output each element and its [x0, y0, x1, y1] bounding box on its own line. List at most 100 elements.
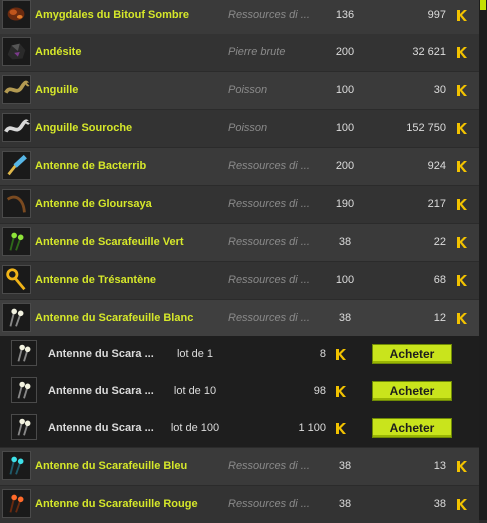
antenna-red-icon — [2, 489, 31, 518]
antenna-gold-icon — [2, 265, 31, 294]
item-level: 200 — [335, 160, 355, 172]
item-price: 22 — [433, 236, 446, 248]
item-price: 997 — [427, 9, 446, 21]
kama-icon — [336, 386, 346, 397]
lot-row: Antenne du Scara ... lot de 1 8 Acheter — [0, 336, 479, 373]
lot-size: lot de 100 — [170, 422, 220, 434]
antenna-brown-icon — [2, 189, 31, 218]
lot-item-name: Antenne du Scara ... — [48, 385, 154, 397]
list-item[interactable]: Anguille Poisson 100 30 — [0, 72, 479, 109]
antenna-green-icon — [2, 227, 31, 256]
stone-icon — [2, 37, 31, 66]
buy-button[interactable]: Acheter — [372, 344, 452, 364]
kama-icon — [336, 349, 346, 360]
antenna-white-icon — [2, 303, 31, 332]
item-name: Amygdales du Bitouf Sombre — [35, 9, 190, 21]
lot-size: lot de 1 — [176, 348, 214, 360]
lot-price: 1 100 — [298, 422, 326, 434]
list-item[interactable]: Amygdales du Bitouf Sombre Ressources di… — [0, 0, 479, 34]
lot-size: lot de 10 — [173, 385, 217, 397]
buy-button[interactable]: Acheter — [372, 418, 452, 438]
item-name: Antenne du Scarafeuille Rouge — [35, 498, 198, 510]
item-price: 12 — [433, 312, 446, 324]
antenna-white-icon — [11, 414, 37, 440]
item-name: Antenne de Bacterrib — [35, 160, 147, 172]
kama-icon — [457, 313, 467, 324]
lot-row: Antenne du Scara ... lot de 100 1 100 Ac… — [0, 410, 479, 447]
item-level: 100 — [335, 84, 355, 96]
list-item[interactable]: Antenne de Bacterrib Ressources di ... 2… — [0, 148, 479, 185]
buy-button[interactable]: Acheter — [372, 381, 452, 401]
item-level: 190 — [335, 198, 355, 210]
antenna-blue-icon — [2, 151, 31, 180]
eel-silver-icon — [2, 113, 31, 142]
item-price: 38 — [433, 498, 446, 510]
item-type: Ressources di ... — [228, 312, 310, 324]
eel-icon — [2, 75, 31, 104]
item-price: 217 — [427, 198, 446, 210]
item-level: 38 — [338, 498, 352, 510]
item-price: 13 — [433, 460, 446, 472]
list-item[interactable]: Antenne de Gloursaya Ressources di ... 1… — [0, 186, 479, 223]
item-price: 32 621 — [412, 46, 446, 58]
list-item[interactable]: Anguille Souroche Poisson 100 152 750 — [0, 110, 479, 147]
scrollbar[interactable] — [479, 0, 487, 520]
item-price: 924 — [427, 160, 446, 172]
item-list: Amygdales du Bitouf Sombre Ressources di… — [0, 0, 479, 523]
amygdales-icon — [2, 0, 31, 29]
item-type: Ressources di ... — [228, 498, 310, 510]
antenna-white-icon — [11, 377, 37, 403]
list-item[interactable]: Antenne du Scarafeuille Bleu Ressources … — [0, 448, 479, 485]
item-price: 152 750 — [406, 122, 446, 134]
item-level: 100 — [335, 274, 355, 286]
item-type: Ressources di ... — [228, 274, 310, 286]
item-level: 100 — [335, 122, 355, 134]
kama-icon — [457, 275, 467, 286]
item-type: Pierre brute — [228, 46, 286, 58]
item-name: Anguille Souroche — [35, 122, 133, 134]
kama-icon — [457, 199, 467, 210]
item-price: 68 — [433, 274, 446, 286]
lot-row: Antenne du Scara ... lot de 10 98 Achete… — [0, 373, 479, 410]
item-price: 30 — [433, 84, 446, 96]
antenna-cyan-icon — [2, 451, 31, 480]
item-name: Antenne de Gloursaya — [35, 198, 152, 210]
list-item[interactable]: Antenne du Scarafeuille Rouge Ressources… — [0, 486, 479, 523]
list-item[interactable]: Andésite Pierre brute 200 32 621 — [0, 34, 479, 71]
item-type: Ressources di ... — [228, 160, 310, 172]
item-type: Ressources di ... — [228, 9, 310, 21]
item-level: 38 — [338, 312, 352, 324]
kama-icon — [457, 499, 467, 510]
item-name: Antenne de Scarafeuille Vert — [35, 236, 184, 248]
lot-price: 8 — [319, 348, 326, 360]
item-level: 38 — [338, 460, 352, 472]
lot-item-name: Antenne du Scara ... — [48, 422, 154, 434]
kama-icon — [457, 85, 467, 96]
item-type: Poisson — [228, 84, 268, 96]
list-item-selected[interactable]: Antenne du Scarafeuille Blanc Ressources… — [0, 300, 479, 337]
kama-icon — [457, 123, 467, 134]
item-name: Antenne du Scarafeuille Blanc — [35, 312, 194, 324]
item-type: Ressources di ... — [228, 236, 310, 248]
lot-item-name: Antenne du Scara ... — [48, 348, 154, 360]
item-type: Ressources di ... — [228, 460, 310, 472]
item-type: Ressources di ... — [228, 198, 310, 210]
list-item[interactable]: Antenne de Scarafeuille Vert Ressources … — [0, 224, 479, 261]
antenna-white-icon — [11, 340, 37, 366]
scrollbar-thumb[interactable] — [480, 0, 486, 10]
item-level: 38 — [338, 236, 352, 248]
list-item[interactable]: Antenne de Trésantène Ressources di ... … — [0, 262, 479, 299]
item-name: Antenne de Trésantène — [35, 274, 157, 286]
item-level: 136 — [335, 9, 355, 21]
lot-price: 98 — [313, 385, 326, 397]
kama-icon — [457, 10, 467, 21]
item-name: Anguille — [35, 84, 79, 96]
kama-icon — [457, 237, 467, 248]
item-name: Andésite — [35, 46, 82, 58]
item-name: Antenne du Scarafeuille Bleu — [35, 460, 188, 472]
item-type: Poisson — [228, 122, 268, 134]
kama-icon — [336, 423, 346, 434]
kama-icon — [457, 461, 467, 472]
item-level: 200 — [335, 46, 355, 58]
kama-icon — [457, 47, 467, 58]
